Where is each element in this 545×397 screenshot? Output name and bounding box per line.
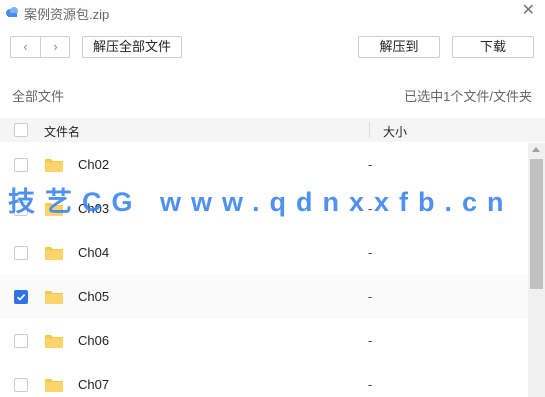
- column-divider[interactable]: [369, 122, 370, 138]
- list-item[interactable]: Ch07 -: [0, 363, 528, 397]
- window-title: 案例资源包.zip: [24, 7, 110, 22]
- file-size: -: [368, 157, 373, 172]
- folder-icon: [45, 247, 63, 260]
- row-checkbox[interactable]: [14, 334, 28, 348]
- scroll-up-arrow-icon[interactable]: [532, 147, 540, 152]
- cloud-archive-icon: [6, 7, 18, 17]
- breadcrumb[interactable]: 全部文件: [12, 86, 64, 105]
- file-size: -: [368, 289, 373, 304]
- forward-button[interactable]: ›: [41, 37, 70, 57]
- file-name: Ch05: [78, 289, 110, 304]
- file-name: Ch06: [78, 333, 110, 348]
- file-name: Ch04: [78, 245, 110, 260]
- folder-icon: [45, 291, 63, 304]
- row-checkbox[interactable]: [14, 290, 28, 304]
- list-header: 文件名 大小: [0, 118, 545, 142]
- close-icon[interactable]: ✕: [522, 2, 535, 20]
- back-button[interactable]: ‹: [11, 37, 41, 57]
- select-all-checkbox[interactable]: [14, 123, 28, 137]
- row-checkbox[interactable]: [14, 158, 28, 172]
- title-bar: 案例资源包.zip ✕: [0, 0, 545, 24]
- extract-all-button[interactable]: 解压全部文件: [82, 36, 182, 58]
- file-size: -: [368, 333, 373, 348]
- row-checkbox[interactable]: [14, 246, 28, 260]
- folder-icon: [45, 335, 63, 348]
- file-size: -: [368, 377, 373, 392]
- column-header-size[interactable]: 大小: [383, 123, 407, 140]
- list-item[interactable]: Ch05 -: [0, 275, 528, 319]
- watermark-text: 技艺CG www.qdnxxfb.cn: [8, 187, 514, 217]
- file-name: Ch02: [78, 157, 110, 172]
- file-size: -: [368, 245, 373, 260]
- file-name: Ch07: [78, 377, 110, 392]
- checkmark-icon: [16, 294, 26, 301]
- vertical-scrollbar[interactable]: [528, 143, 545, 397]
- chevron-left-icon: ‹: [23, 39, 28, 54]
- chevron-right-icon: ›: [53, 39, 58, 54]
- folder-icon: [45, 159, 63, 172]
- nav-group: ‹ ›: [10, 36, 70, 58]
- column-header-name[interactable]: 文件名: [44, 123, 80, 140]
- selection-status: 已选中1个文件/文件夹: [404, 89, 532, 104]
- list-item[interactable]: Ch04 -: [0, 231, 528, 275]
- list-item[interactable]: Ch06 -: [0, 319, 528, 363]
- download-button[interactable]: 下载: [452, 36, 534, 58]
- extract-to-button[interactable]: 解压到: [358, 36, 440, 58]
- folder-icon: [45, 379, 63, 392]
- scrollbar-thumb[interactable]: [530, 159, 543, 289]
- row-checkbox[interactable]: [14, 378, 28, 392]
